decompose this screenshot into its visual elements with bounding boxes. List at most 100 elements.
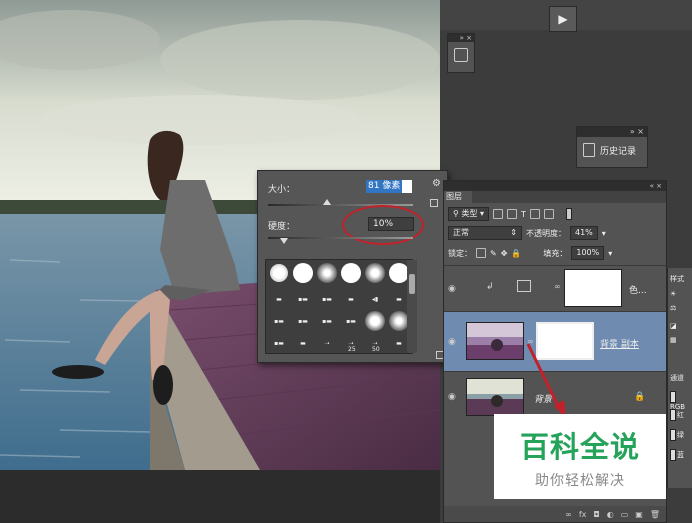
history-label[interactable]: 历史记录 [600,144,636,157]
layer-filter-row: ⚲ 类型 ▾ T [444,205,666,223]
tab-channels[interactable]: 通道 [670,373,692,383]
layer-name[interactable]: 色... [629,283,647,296]
canvas-bottom-area [0,470,440,523]
history-panel-bar[interactable]: » × [577,127,647,137]
channel-blue[interactable]: 蓝 [670,449,692,461]
curve-icon[interactable]: ◪ [670,322,692,330]
layer-name[interactable]: 背景 副本 [600,337,639,350]
new-layer-icon[interactable]: ▣ [635,510,643,519]
opacity-dropdown[interactable]: ▾ [602,229,606,238]
link-layers-icon[interactable]: ∞ [565,510,572,519]
fill-dropdown[interactable]: ▾ [608,249,612,258]
lock-row: 锁定： ✎ ✥ 🔒 填充： 100% ▾ [444,244,666,262]
filter-toggle[interactable] [565,208,572,220]
adjustment-icon[interactable]: ◐ [607,510,614,519]
new-preset-icon[interactable] [430,199,438,207]
sun-icon[interactable]: ☀ [670,290,692,298]
brush-preset[interactable]: ▬ [268,288,290,310]
brush-preset[interactable]: ▪▬ [316,310,338,332]
eye-icon[interactable]: ◉ [448,337,458,347]
lock-move-icon[interactable]: ✥ [501,249,508,258]
smart-filter-icon[interactable] [543,209,554,219]
fill-label: 填充： [543,248,568,258]
blend-mode-select[interactable]: 正常 ⇕ [448,226,522,240]
tab-layers[interactable]: 图层 [444,191,472,203]
lock-all-icon[interactable]: 🔒 [511,249,521,258]
layer-name[interactable]: 背景 [534,392,552,405]
layer-row-selected[interactable]: ◉ ∞ 背景 副本 [444,311,666,371]
tab-styles[interactable]: 样式 [670,274,692,284]
brush-preset[interactable] [364,310,386,332]
link-icon[interactable]: ∞ [527,337,534,346]
brush-preset[interactable]: ▪▬ [268,332,290,353]
brush-preset-picker[interactable]: 大小： 81 像素 ⚙ 硬度： 10% ▬ ▪▬ ▪▬ ▬ ◂▮ ▬ ▪▬ ▪▬… [257,170,448,363]
history-panel[interactable]: » × 历史记录 [576,126,648,168]
layers-panel-bar[interactable]: « × [444,181,666,191]
opacity-label: 不透明度： [526,228,566,238]
highlight-ellipse [342,205,424,245]
eye-icon[interactable]: ◉ [448,284,458,294]
layer-thumb[interactable] [466,322,524,360]
fill-input[interactable]: 100% [571,246,605,260]
brush-preset[interactable] [340,262,362,284]
channels-panel[interactable]: 样式 ☀ ⚖ ◪ ▦ 通道 RGB 红 绿 蓝 [667,268,692,488]
layer-mask-thumb[interactable] [564,269,622,307]
brush-preset[interactable] [316,262,338,284]
brush-preset[interactable]: ▪▬ [316,288,338,310]
type-filter-icon[interactable]: T [521,210,526,219]
fx-icon[interactable]: fx [579,510,587,519]
scrollbar-thumb[interactable] [409,274,415,294]
opacity-input[interactable]: 41% [570,226,598,240]
panel-tool-icon[interactable] [454,48,468,62]
blend-row: 正常 ⇕ 不透明度： 41% ▾ [444,224,666,242]
brush-preset[interactable] [364,262,386,284]
brush-preset[interactable] [268,262,290,284]
brush-grid-scrollbar[interactable] [407,260,417,353]
brush-preset[interactable]: ▬ [292,332,314,353]
trash-icon[interactable]: 🗑 [650,510,660,519]
layer-mask-thumb[interactable] [536,322,594,360]
size-input[interactable]: 81 像素 [366,180,412,193]
watermark-title: 百科全说 [519,429,640,464]
brush-preset-grid[interactable]: ▬ ▪▬ ▪▬ ▬ ◂▮ ▬ ▪▬ ▪▬ ▪▬ ▪▬ ▪▬ ▬ ➝ ➝ ➝ ▬ … [265,259,413,354]
gear-icon[interactable]: ⚙ [432,179,442,189]
play-button[interactable]: ▶ [549,6,577,32]
size-slider-thumb[interactable] [323,199,331,205]
adjustment-filter-icon[interactable] [506,209,517,219]
image-filter-icon[interactable] [492,209,503,219]
scales-icon[interactable]: ⚖ [670,304,692,312]
hardness-slider-track[interactable] [268,237,413,239]
preset-label: 50 [372,346,380,353]
lock-icon: 🔒 [634,392,646,402]
eye-icon[interactable]: ◉ [448,392,458,402]
collapsed-panel-bar[interactable]: » × [448,34,474,42]
channel-green[interactable]: 绿 [670,429,692,441]
brush-preset[interactable]: ◂▮ [364,288,386,310]
collapsed-panel[interactable]: » × [447,33,475,73]
lock-label: 锁定： [448,248,472,258]
brush-preset[interactable]: ➝ [316,332,338,353]
layers-tab-strip [472,191,666,203]
brush-preset[interactable]: ▪▬ [292,288,314,310]
brush-preset[interactable]: ▬ [340,288,362,310]
shape-filter-icon[interactable] [529,209,540,219]
brush-preset[interactable]: ▪▬ [292,310,314,332]
history-icon [583,143,595,157]
brush-preset[interactable]: ▪▬ [340,310,362,332]
layer-thumb[interactable] [466,378,524,416]
link-icon[interactable]: ∞ [554,282,561,291]
lock-transparent-icon[interactable] [476,248,486,258]
levels-icon[interactable]: ▦ [670,336,692,344]
brush-preset[interactable]: ▪▬ [268,310,290,332]
add-mask-icon[interactable]: ◘ [593,510,599,519]
hardness-slider-thumb[interactable] [280,238,288,244]
filter-type-select[interactable]: ⚲ 类型 ▾ [448,207,489,221]
preset-label: 25 [348,346,356,353]
channel-red[interactable]: 红 [670,409,692,421]
play-icon: ▶ [558,12,568,26]
folder-icon[interactable]: ▭ [621,510,629,519]
layer-row[interactable]: ◉ ↲ ∞ 色... [444,265,666,311]
lock-paint-icon[interactable]: ✎ [490,249,497,258]
brush-preset[interactable] [292,262,314,284]
channel-rgb[interactable]: RGB [670,391,692,411]
